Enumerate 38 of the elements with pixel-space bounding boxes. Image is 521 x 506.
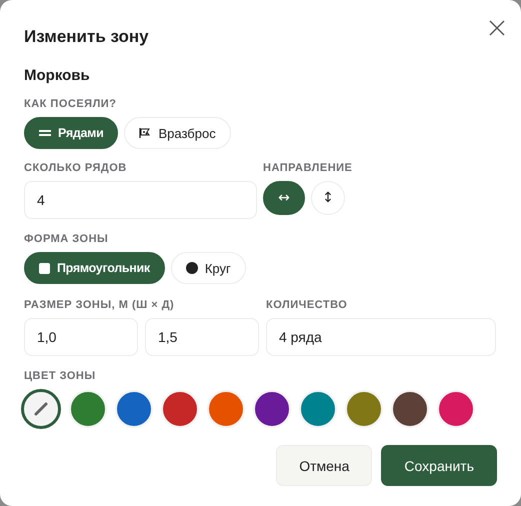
flag-icon [139, 127, 152, 139]
field-label: КОЛИЧЕСТВО [266, 299, 348, 311]
option-button[interactable]: Прямоугольник [24, 252, 165, 284]
input-field[interactable]: 4 ряда [266, 318, 496, 356]
crop-name: Морковь [24, 67, 91, 84]
rows-icon [39, 129, 51, 137]
direction-button[interactable]: ↔ [263, 181, 305, 215]
close-icon [489, 20, 505, 36]
dot-icon [186, 262, 198, 274]
field-label: ФОРМА ЗОНЫ [24, 233, 110, 245]
input-field[interactable]: 4 [24, 181, 257, 219]
option-button[interactable]: Круг [170, 252, 246, 284]
option-button[interactable]: Рядами [24, 117, 118, 149]
field-label: РАЗМЕР ЗОНЫ, М (Ш × Д) [24, 299, 176, 311]
color-swatch[interactable] [161, 390, 199, 428]
color-swatch[interactable] [437, 390, 475, 428]
color-swatch[interactable] [391, 390, 429, 428]
color-swatch[interactable] [115, 390, 153, 428]
color-swatch[interactable] [253, 390, 291, 428]
input-field[interactable]: 1,0 [24, 318, 138, 356]
option-button[interactable]: Вразброс [124, 117, 231, 149]
color-swatch[interactable] [207, 390, 245, 428]
cancel-button[interactable]: Отмена [276, 445, 372, 486]
field-label: СКОЛЬКО РЯДОВ [24, 162, 128, 174]
pencil-icon [33, 401, 49, 417]
custom-color-swatch[interactable] [21, 389, 61, 429]
color-swatch[interactable] [345, 390, 383, 428]
input-field[interactable]: 1,5 [145, 318, 259, 356]
dialog-title: Изменить зону [24, 27, 149, 47]
field-label: КАК ПОСЕЯЛИ? [24, 98, 118, 110]
color-swatch[interactable] [69, 390, 107, 428]
field-label: ЦВЕТ ЗОНЫ [24, 370, 97, 382]
square-icon [39, 262, 50, 274]
field-label: НАПРАВЛЕНИЕ [263, 162, 354, 174]
save-button[interactable]: Сохранить [381, 445, 497, 486]
direction-button[interactable]: ↕ [311, 181, 345, 215]
color-swatch[interactable] [299, 390, 337, 428]
close-button[interactable] [487, 18, 507, 38]
